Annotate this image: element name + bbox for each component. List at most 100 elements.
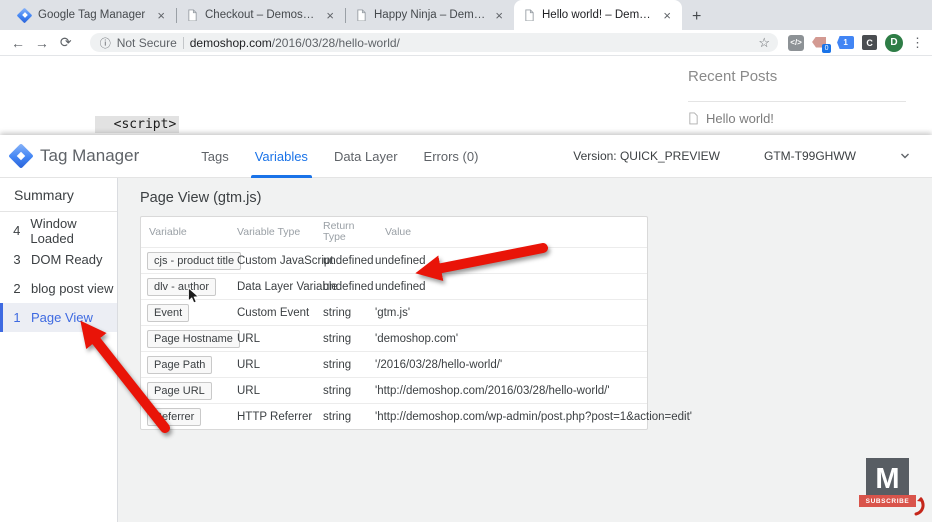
table-header-row: Variable Variable Type Return Type Value — [141, 217, 647, 247]
page-favicon-icon — [357, 9, 366, 21]
tab-title: Hello world! – Demoshop — [542, 9, 653, 21]
variable-type-cell: Custom Event — [237, 306, 310, 319]
chevron-down-icon[interactable] — [900, 151, 910, 161]
variable-cell: Event — [141, 303, 237, 322]
value-cell: 'gtm.js' — [375, 306, 411, 319]
variable-type-cell: Data Layer Variable — [237, 280, 338, 293]
variable-chip[interactable]: Page URL — [147, 381, 212, 400]
col-header-variable-type: Variable Type — [237, 225, 301, 238]
c-extension-icon[interactable]: C — [862, 35, 878, 50]
blue-tag-extension-icon[interactable]: 1 — [837, 36, 855, 49]
tab-close-icon[interactable]: × — [323, 8, 337, 23]
mouse-cursor-icon — [188, 287, 200, 304]
event-number: 4 — [13, 223, 21, 238]
browser-menu-icon[interactable]: ⋮ — [911, 35, 924, 51]
event-list: 4 Window Loaded 3 DOM Ready 2 blog post … — [0, 216, 117, 332]
event-list-item[interactable]: 4 Window Loaded — [0, 215, 117, 246]
tab-happy-ninja-demoshop[interactable]: Happy Ninja – Demoshop × — [346, 0, 514, 30]
gtm-favicon-icon — [18, 9, 31, 22]
variable-chip[interactable]: Event — [147, 303, 190, 322]
event-detail-title: Page View (gtm.js) — [140, 190, 262, 206]
event-list-item[interactable]: 1 Page View — [0, 303, 117, 332]
gtm-tab-variables[interactable]: Variables — [250, 135, 313, 178]
value-cell: 'http://demoshop.com/2016/03/28/hello-wo… — [375, 384, 610, 397]
page-favicon-icon — [525, 9, 534, 21]
bookmark-star-icon[interactable]: ☆ — [758, 35, 770, 51]
address-bar[interactable]: ⓘ Not Secure demoshop.com/2016/03/28/hel… — [89, 33, 779, 52]
container-id: GTM-T99GHWW — [764, 149, 856, 163]
post-icon — [689, 112, 698, 125]
code-extension-icon[interactable]: </> — [788, 34, 805, 51]
url-host: demoshop.com — [189, 35, 272, 50]
gtm-main-panel: Page View (gtm.js) Variable Variable Typ… — [119, 178, 932, 522]
gtm-header-right: Version: QUICK_PREVIEW GTM-T99GHWW — [573, 149, 932, 163]
forward-icon[interactable]: → — [30, 35, 54, 51]
back-icon[interactable]: ← — [6, 35, 30, 51]
tag-assistant-icon[interactable]: 0 — [812, 36, 832, 53]
tab-close-icon[interactable]: × — [492, 8, 506, 23]
gtm-tab-errors[interactable]: Errors (0) — [424, 135, 479, 178]
code-line: <script> — [95, 115, 414, 134]
browser-tab-strip: Google Tag Manager × Checkout – Demoshop… — [0, 0, 932, 30]
event-list-item[interactable]: 2 blog post view — [0, 274, 117, 303]
variable-cell: Page URL — [141, 381, 237, 400]
tab-hello-world-demoshop[interactable]: Hello world! – Demoshop × — [514, 0, 682, 30]
gtm-debug-panel: Tag Manager Tags Variables Data Layer Er… — [0, 135, 932, 522]
variable-type-cell: Custom JavaScript — [237, 254, 334, 267]
variable-chip[interactable]: Page Path — [147, 355, 213, 374]
return-type-cell: string — [323, 306, 352, 319]
gtm-tab-tags[interactable]: Tags — [201, 135, 228, 178]
event-number: 1 — [13, 310, 21, 325]
extensions-row: </> 0 1 C — [788, 34, 878, 53]
tag-assistant-badge: 0 — [822, 43, 832, 53]
value-cell: '/2016/03/28/hello-world/' — [375, 358, 503, 371]
datalayer-code-block: <script>var dataLayer = window.dataLayer… — [95, 58, 414, 135]
tab-checkout-demoshop[interactable]: Checkout – Demoshop × — [177, 0, 345, 30]
profile-avatar[interactable]: D — [885, 33, 903, 52]
address-separator — [182, 36, 184, 49]
return-type-cell: undefined — [323, 280, 374, 293]
tab-title: Google Tag Manager — [38, 9, 146, 21]
channel-watermark: M SUBSCRIBE — [859, 458, 925, 516]
col-header-variable: Variable — [149, 225, 187, 238]
info-icon[interactable]: ⓘ — [100, 35, 111, 51]
tab-title: Happy Ninja – Demoshop — [374, 9, 486, 21]
value-cell: 'http://demoshop.com/wp-admin/post.php?p… — [375, 410, 693, 423]
version-label: Version: QUICK_PREVIEW — [573, 149, 720, 163]
table-row: dlv - author Data Layer Variable undefin… — [141, 273, 647, 299]
variable-chip[interactable]: Page Hostname — [147, 329, 240, 348]
new-tab-button[interactable]: + — [692, 8, 701, 26]
browser-toolbar: ← → ⟳ ⓘ Not Secure demoshop.com/2016/03/… — [0, 30, 932, 56]
variables-table: Variable Variable Type Return Type Value… — [140, 216, 692, 430]
event-number: 2 — [13, 281, 21, 296]
event-list-item[interactable]: 3 DOM Ready — [0, 245, 117, 274]
variable-chip[interactable]: Referrer — [147, 407, 202, 426]
return-type-cell: string — [323, 332, 352, 345]
return-type-cell: string — [323, 384, 352, 397]
url-path: /2016/03/28/hello-world/ — [271, 35, 400, 50]
screenshot-root: Google Tag Manager × Checkout – Demoshop… — [0, 0, 932, 522]
sidebar-summary[interactable]: Summary — [0, 178, 117, 212]
col-header-return-type: Return Type — [323, 220, 355, 243]
event-label: DOM Ready — [31, 252, 103, 267]
event-label: Page View — [31, 310, 93, 325]
tab-close-icon[interactable]: × — [154, 8, 168, 23]
security-label: Not Secure — [116, 35, 177, 50]
tab-close-icon[interactable]: × — [660, 8, 674, 23]
reload-icon[interactable]: ⟳ — [54, 34, 78, 51]
gtm-panel-header: Tag Manager Tags Variables Data Layer Er… — [0, 135, 932, 178]
variable-type-cell: URL — [237, 384, 261, 397]
variable-type-cell: URL — [237, 332, 261, 345]
gtm-tab-data-layer[interactable]: Data Layer — [334, 135, 398, 178]
tab-title: Checkout – Demoshop — [205, 9, 317, 21]
recent-post-link[interactable]: Hello world! — [688, 111, 906, 126]
tab-google-tag-manager[interactable]: Google Tag Manager × — [8, 0, 176, 30]
page-favicon-icon — [188, 9, 197, 21]
value-cell: undefined — [375, 280, 426, 293]
variable-chip[interactable]: cjs - product title — [147, 251, 242, 270]
value-cell: 'demoshop.com' — [375, 332, 459, 345]
variable-chip[interactable]: dlv - author — [147, 277, 217, 296]
webpage-content: <script>var dataLayer = window.dataLayer… — [0, 56, 932, 135]
event-label: Window Loaded — [30, 215, 77, 246]
table-row: Referrer HTTP Referrer string 'http://de… — [141, 403, 692, 429]
